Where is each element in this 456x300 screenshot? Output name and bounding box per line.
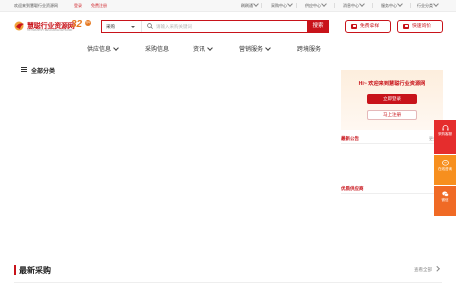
search-input[interactable] xyxy=(156,22,306,31)
headset-icon xyxy=(442,125,448,131)
search-icon xyxy=(147,23,153,29)
topbar-link-message-center[interactable]: 消息中心 xyxy=(343,1,365,9)
chevron-down-icon xyxy=(265,44,271,51)
divider xyxy=(341,143,443,144)
divider xyxy=(14,282,442,283)
welcome-text: 欢迎来到慧聪行业资源网 xyxy=(14,3,58,8)
chevron-right-icon xyxy=(434,266,440,272)
chevron-down-icon xyxy=(113,44,119,51)
register-link[interactable]: 免费注册 xyxy=(91,3,107,9)
search-category-select[interactable]: 采购 xyxy=(102,21,142,32)
view-all-link[interactable]: 查看全部 xyxy=(414,266,440,273)
nav-supply-info[interactable]: 供应信息 xyxy=(87,44,119,54)
inquiry-icon xyxy=(403,24,409,29)
login-now-button[interactable]: 立即登录 xyxy=(367,94,417,104)
divider xyxy=(261,3,262,8)
divider xyxy=(334,3,335,8)
topbar-link-service-center[interactable]: 服务中心 xyxy=(381,1,403,9)
nav-marketing-services[interactable]: 营销服务 xyxy=(239,44,271,54)
caret-down-icon xyxy=(131,26,135,28)
anniversary-badge-suffix: 周年 xyxy=(85,20,91,26)
chat-icon xyxy=(441,160,449,166)
divider xyxy=(341,193,443,194)
topbar-link-supply-center[interactable]: 供应中心 xyxy=(305,1,327,9)
divider xyxy=(296,3,297,8)
nav-purchase-info[interactable]: 采购信息 xyxy=(145,44,169,54)
menu-icon xyxy=(21,67,27,72)
float-wechat[interactable]: 微信 xyxy=(434,186,456,216)
nav-cross-border-services[interactable]: 跨境服务 xyxy=(297,44,321,54)
logo-mark-icon xyxy=(14,21,24,31)
divider xyxy=(410,3,411,8)
latest-purchase-title: 最新采购 xyxy=(19,266,51,275)
login-link[interactable]: 登录 xyxy=(74,3,82,9)
anniversary-badge: 32 xyxy=(71,19,83,30)
search-bar: 采购 搜索 xyxy=(101,20,329,33)
logo-subtitle: HC INDUSTRY RESOURCE NETWORK xyxy=(27,29,73,32)
section-accent-bar xyxy=(14,265,16,275)
welcome-login-card: Hi~ 欢迎来到慧聪行业资源网 立即登录 马上注册 xyxy=(341,70,443,130)
register-now-button[interactable]: 马上注册 xyxy=(367,110,417,120)
top-bar: 欢迎来到慧聪行业资源网 登录 免费注册 刷刷通 采购中心 供应中心 消息中心 服… xyxy=(0,0,456,12)
chevron-down-icon xyxy=(207,44,213,51)
float-online-consult[interactable]: 在线咨询 xyxy=(434,155,456,185)
floating-service-bar: 采购客服 在线咨询 微信 xyxy=(434,120,456,216)
quality-suppliers-heading: 优质供应商 xyxy=(341,186,364,191)
topbar-link-industry-category[interactable]: 行业分类 xyxy=(417,1,439,9)
topbar-link-shuashua[interactable]: 刷刷通 xyxy=(241,1,259,9)
nav-news[interactable]: 资讯 xyxy=(193,44,213,54)
quick-inquiry-button[interactable]: 快速询价 xyxy=(397,20,443,33)
divider xyxy=(372,3,373,8)
topbar-link-purchase-center[interactable]: 采购中心 xyxy=(271,1,293,9)
sample-icon xyxy=(351,24,357,29)
all-categories-menu[interactable]: 全部分类 xyxy=(21,66,55,75)
welcome-card-title: Hi~ 欢迎来到慧聪行业资源网 xyxy=(358,81,426,87)
search-button[interactable]: 搜索 xyxy=(307,20,329,33)
free-sample-button[interactable]: 免费拿样 xyxy=(345,20,391,33)
wechat-icon xyxy=(441,191,449,197)
latest-notices-heading: 最新公告 xyxy=(341,136,359,141)
float-purchase-service[interactable]: 采购客服 xyxy=(434,120,456,154)
